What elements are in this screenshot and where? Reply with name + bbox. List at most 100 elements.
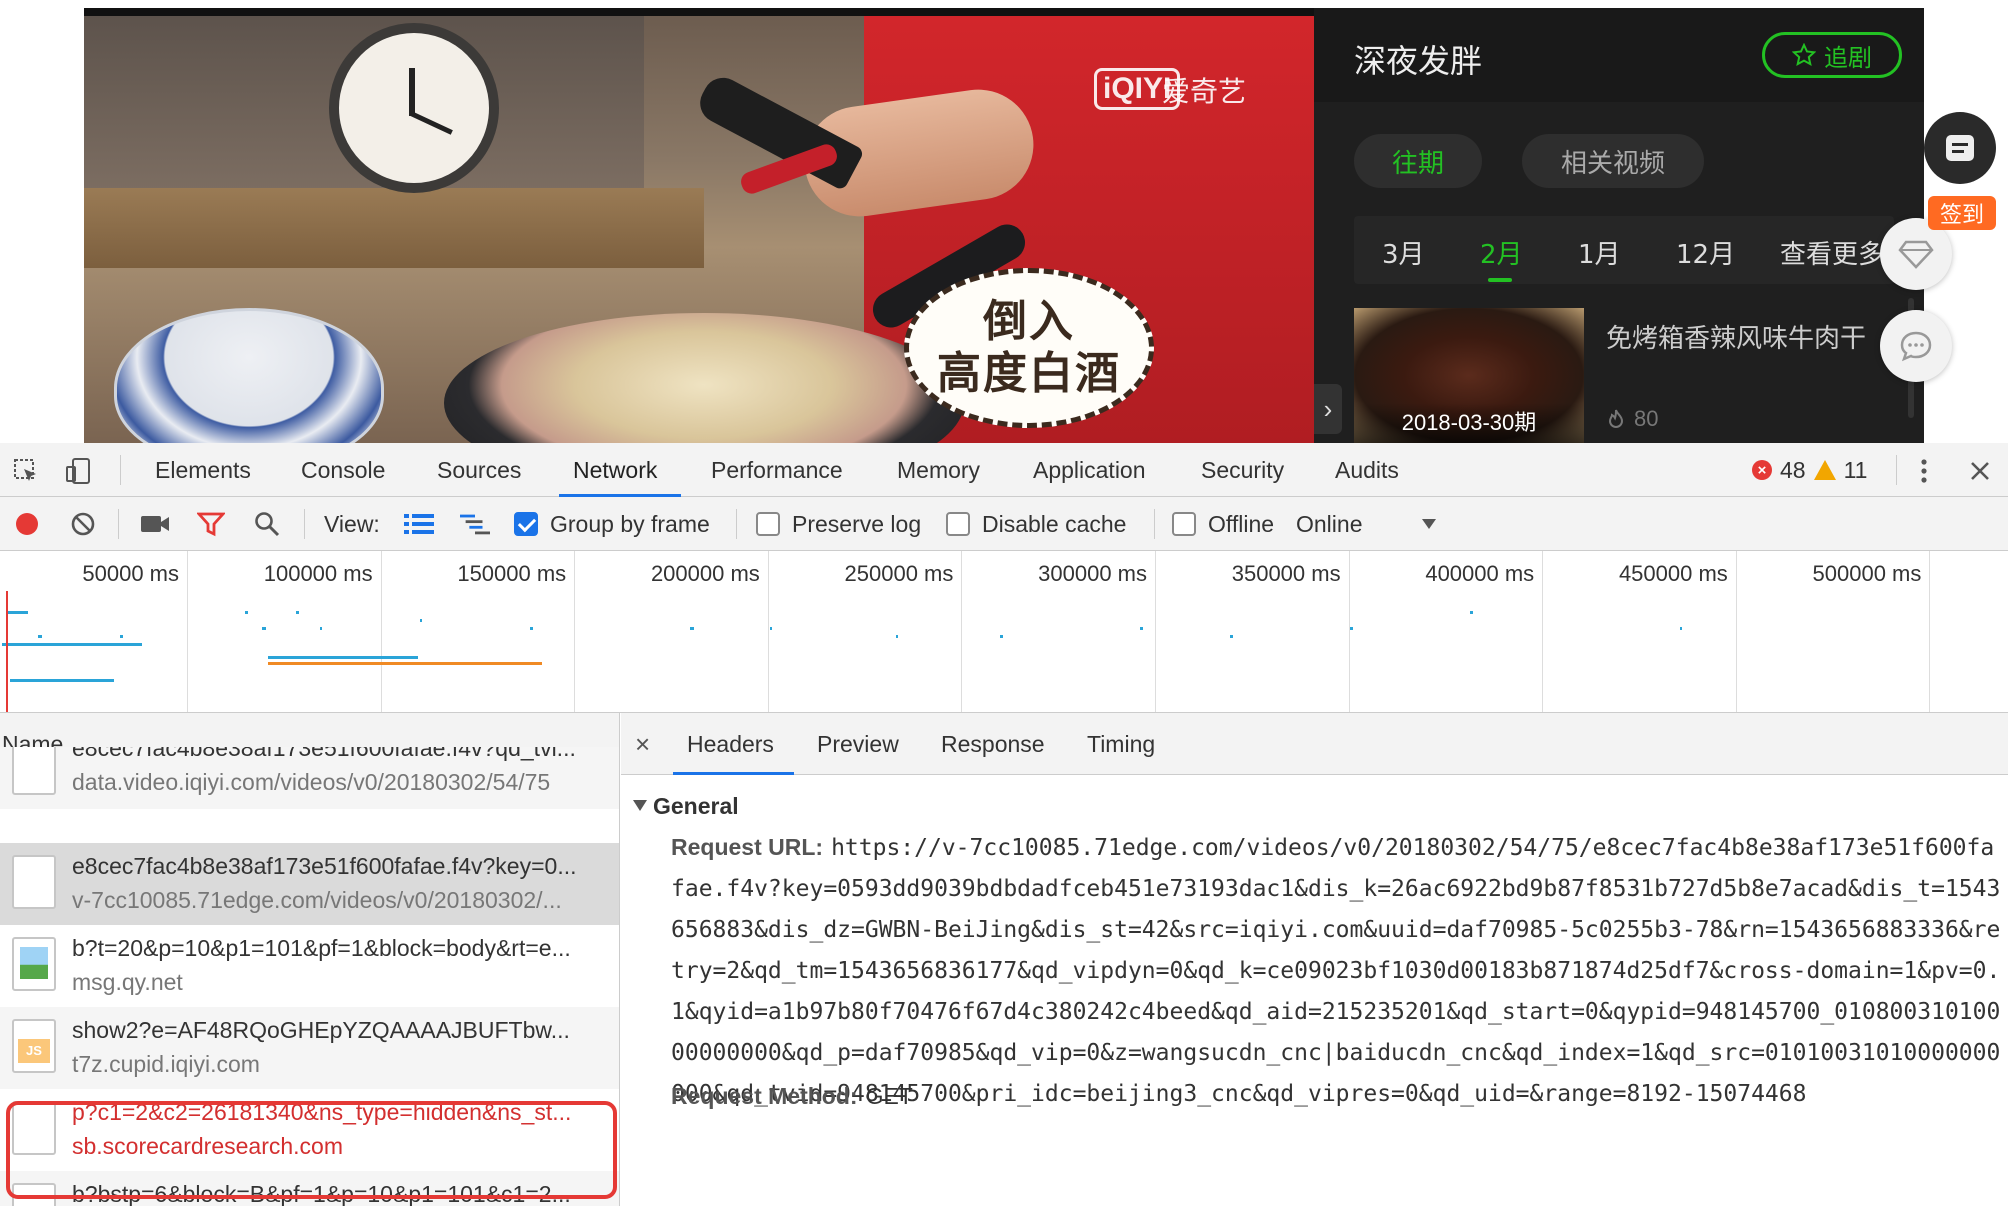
tab-preview[interactable]: Preview (817, 713, 899, 775)
tab-sources[interactable]: Sources (437, 443, 521, 497)
screenshot-camera-icon[interactable] (140, 510, 170, 538)
view-more-link[interactable]: 查看更多 (1780, 234, 1884, 271)
tab-headers[interactable]: Headers (673, 713, 794, 775)
timeline-long-request-orange (268, 662, 542, 665)
preserve-log-checkbox[interactable] (756, 512, 780, 536)
tab-performance[interactable]: Performance (711, 443, 843, 497)
request-row[interactable]: e8cec7fac4b8e38af173e51f600fafae.f4v?key… (0, 843, 619, 925)
request-list: Name e8cec7fac4b8e38af173e51f600fafae.f4… (0, 713, 620, 1206)
show-title: 深夜发胖 (1354, 42, 1483, 80)
video-player[interactable]: iQIYI 爱奇艺 倒入 高度白酒 (84, 8, 1314, 443)
timeline-load-marker (6, 591, 8, 712)
request-row[interactable]: p?c1=2&c2=26181340&ns_type=hidden&ns_st.… (0, 1089, 619, 1171)
general-label: General (653, 793, 739, 819)
offline-checkbox[interactable] (1172, 512, 1196, 536)
chat-button[interactable] (1880, 310, 1952, 382)
error-warning-counter[interactable]: × 48 11 (1752, 443, 1867, 497)
tab-audits[interactable]: Audits (1335, 443, 1399, 497)
tab-memory[interactable]: Memory (897, 443, 980, 497)
chevron-down-icon[interactable] (1414, 510, 1444, 538)
general-section-toggle[interactable]: General (633, 793, 739, 820)
preserve-log-label[interactable]: Preserve log (792, 497, 921, 551)
timeline-request-mark (1000, 635, 1003, 638)
tab-response[interactable]: Response (941, 713, 1045, 775)
episode-side-panel: 深夜发胖 追剧 往期 相关视频 3月 2月 1月 12月 查看更多 2018-0… (1314, 8, 1924, 443)
error-icon: × (1752, 460, 1772, 480)
video-frame-clock (329, 23, 499, 193)
close-devtools-icon[interactable] (1966, 457, 1994, 485)
waterfall-overview-icon[interactable] (460, 510, 490, 538)
timeline-request-mark (262, 627, 266, 630)
request-row[interactable]: show2?e=AF48RQoGHEpYZQAAAAJBUFTbw... t7z.… (0, 1007, 619, 1089)
request-domain: msg.qy.net (72, 969, 183, 995)
request-url-row: Request URL: https://v-7cc10085.71edge.co… (671, 827, 2001, 1114)
timeline-tick-label: 200000 ms (650, 561, 760, 586)
tab-security[interactable]: Security (1201, 443, 1284, 497)
request-row[interactable]: b?t=20&p=10&p1=101&pf=1&block=body&rt=e.… (0, 925, 619, 1007)
request-domain: t7z.cupid.iqiyi.com (72, 1051, 260, 1077)
follow-button[interactable]: 追剧 (1762, 32, 1902, 78)
iqiyi-logo-cn: 爱奇艺 (1162, 75, 1247, 108)
checkin-badge[interactable]: 签到 (1928, 196, 1996, 230)
timeline-gridline (1735, 551, 1737, 712)
tab-network[interactable]: Network (558, 443, 682, 497)
toolbar-divider-3 (736, 509, 737, 539)
warning-count: 11 (1843, 456, 1868, 483)
tab-console[interactable]: Console (301, 443, 385, 497)
float-menu-button[interactable] (1924, 112, 1996, 184)
request-row[interactable]: b?bstp=6&block=B&pf=1&p=10&p1=101&c1=2..… (0, 1171, 619, 1206)
devtools-panel: Elements Console Sources Network Perform… (0, 443, 2008, 1206)
device-toolbar-icon[interactable] (64, 457, 92, 485)
inspect-element-icon[interactable] (12, 457, 40, 485)
close-detail-icon[interactable]: × (635, 713, 650, 775)
timeline-request-mark (2, 643, 142, 646)
timeline-request-mark (8, 611, 28, 614)
tab-elements[interactable]: Elements (155, 443, 251, 497)
video-site: iQIYI 爱奇艺 倒入 高度白酒 深夜发胖 追剧 往期 相关视频 3月 2月 … (0, 0, 2008, 443)
disable-cache-label[interactable]: Disable cache (982, 497, 1126, 551)
request-name: e8cec7fac4b8e38af173e51f600fafae.f4v?qd_… (72, 747, 576, 761)
throttle-select[interactable]: Online (1296, 497, 1362, 551)
record-icon[interactable] (12, 510, 42, 538)
timeline-request-mark (896, 635, 898, 638)
tab-past-episodes[interactable]: 往期 (1354, 134, 1482, 188)
episode-title[interactable]: 免烤箱香辣风味牛肉干 (1606, 318, 1866, 355)
tab-application[interactable]: Application (1033, 443, 1146, 497)
timeline-gridline (1929, 551, 1931, 712)
timeline-request-mark (1350, 627, 1353, 630)
request-method-row: Request Method: GET (671, 1083, 913, 1110)
request-detail-pane: × Headers Preview Response Timing Genera… (621, 713, 2008, 1206)
request-url-value[interactable]: https://v-7cc10085.71edge.com/videos/v0/… (671, 835, 2000, 1107)
group-by-frame-checkbox[interactable] (514, 512, 538, 536)
month-march[interactable]: 3月 (1382, 234, 1425, 271)
filter-icon[interactable] (196, 510, 226, 538)
disable-cache-checkbox[interactable] (946, 512, 970, 536)
triangle-down-icon (633, 800, 647, 811)
request-row[interactable]: e8cec7fac4b8e38af173e51f600fafae.f4v?qd_… (0, 747, 619, 809)
tab-timing[interactable]: Timing (1087, 713, 1155, 775)
toolbar-divider-2 (304, 509, 305, 539)
show-title-row: 深夜发胖 追剧 (1314, 8, 1924, 102)
group-by-frame-label[interactable]: Group by frame (550, 497, 710, 551)
view-label: View: (324, 511, 380, 537)
month-february[interactable]: 2月 (1480, 234, 1523, 282)
subtitle-line-1: 倒入 (983, 296, 1075, 347)
clear-icon[interactable] (68, 510, 98, 538)
request-name: b?t=20&p=10&p1=101&pf=1&block=body&rt=e.… (72, 935, 571, 961)
request-name: b?bstp=6&block=B&pf=1&p=10&p1=101&c1=2..… (72, 1181, 571, 1206)
collapse-panel-arrow[interactable]: › (1314, 384, 1342, 434)
large-rows-icon[interactable] (404, 510, 434, 538)
search-icon[interactable] (252, 510, 282, 538)
month-january[interactable]: 1月 (1578, 234, 1621, 271)
month-december[interactable]: 12月 (1676, 234, 1735, 271)
video-frame-bowl (114, 308, 384, 443)
timeline-gridline (380, 551, 382, 712)
network-overview-timeline[interactable]: 50000 ms 100000 ms 150000 ms 200000 ms 25000… (0, 551, 2008, 713)
timeline-tick-label: 50000 ms (82, 561, 179, 586)
episode-thumbnail[interactable]: 2018-03-30期 (1354, 308, 1584, 443)
star-icon (1792, 43, 1816, 67)
network-toolbar: View: Group by frame Preserve log Disabl… (0, 497, 2008, 551)
more-options-icon[interactable] (1910, 457, 1938, 485)
tab-related-videos[interactable]: 相关视频 (1522, 134, 1704, 188)
offline-label[interactable]: Offline (1208, 497, 1274, 551)
